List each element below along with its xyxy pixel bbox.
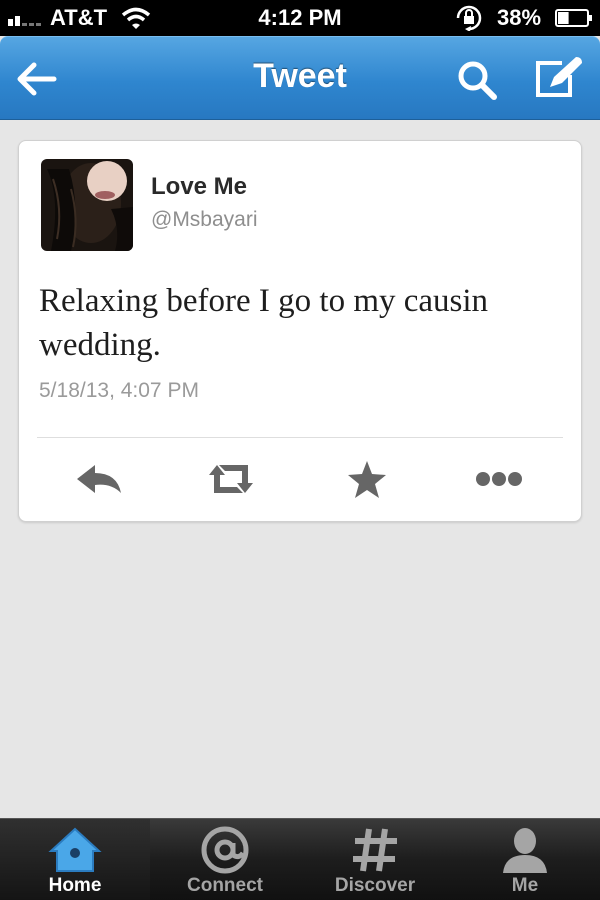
avatar[interactable] [41, 159, 133, 251]
tab-bar: Home Connect Discover Me [0, 818, 600, 900]
compose-icon[interactable] [532, 55, 584, 101]
tab-label: Me [511, 875, 539, 896]
favorite-star-icon[interactable] [339, 457, 395, 501]
nav-bar: Tweet [0, 36, 600, 120]
person-icon [503, 828, 547, 873]
more-dots-icon[interactable] [471, 457, 527, 501]
tweet-card: Love Me @Msbayari Relaxing before I go t… [18, 140, 582, 522]
user-handle[interactable]: @Msbayari [151, 208, 258, 232]
display-name[interactable]: Love Me [151, 173, 247, 201]
status-bar: AT&T 4:12 PM 38% [0, 0, 600, 36]
reply-icon[interactable] [71, 457, 127, 501]
tweet-text: Relaxing before I go to my causin weddin… [39, 283, 489, 363]
tab-me[interactable]: Me [450, 819, 600, 900]
tab-label: Discover [334, 875, 416, 896]
hashtag-icon [353, 828, 397, 872]
tab-label: Home [48, 875, 102, 896]
tab-home[interactable]: Home [0, 819, 150, 900]
retweet-icon[interactable] [203, 457, 259, 501]
tab-label: Connect [187, 875, 263, 896]
search-icon[interactable] [456, 59, 498, 101]
battery-percent: 38% [497, 5, 542, 30]
battery-icon [555, 9, 592, 27]
tab-connect[interactable]: Connect [150, 819, 300, 900]
divider [37, 437, 563, 438]
tab-discover[interactable]: Discover [300, 819, 450, 900]
home-icon [48, 827, 102, 872]
rotation-lock-icon [456, 5, 482, 31]
tweet-timestamp: 5/18/13, 4:07 PM [39, 379, 199, 402]
at-sign-icon [201, 826, 249, 874]
page-title: Tweet [253, 57, 347, 95]
